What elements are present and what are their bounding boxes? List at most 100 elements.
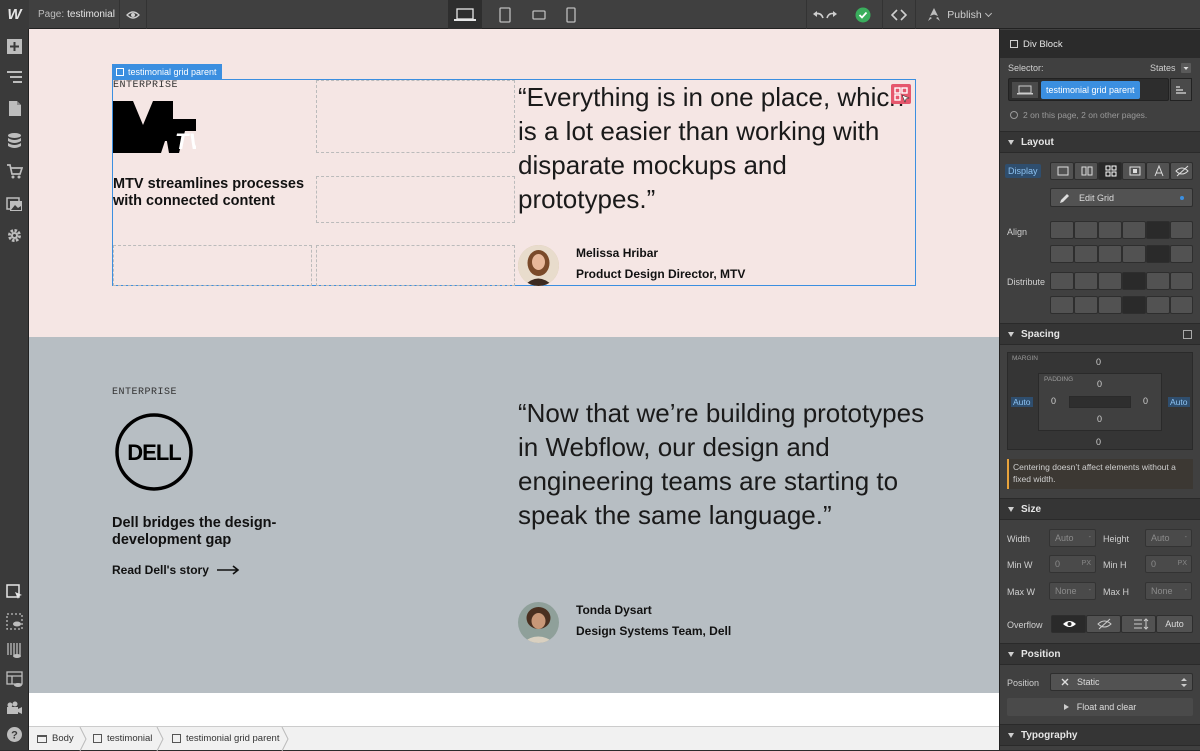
selector-field[interactable]: testimonial grid parent: [1008, 78, 1169, 101]
distribute-button[interactable]: [1146, 296, 1170, 314]
breadcrumb-item-grid-parent[interactable]: testimonial grid parent: [172, 733, 279, 744]
padding-top-value[interactable]: 0: [1097, 379, 1102, 389]
xray-grid-icon[interactable]: [6, 642, 23, 659]
align-button[interactable]: [1050, 221, 1074, 239]
align-button[interactable]: [1074, 221, 1098, 239]
layout-section-header[interactable]: Layout: [1000, 131, 1200, 153]
top-toolbar: W Page: testimonial Publish: [0, 0, 1200, 29]
publish-button[interactable]: Publish: [920, 0, 998, 29]
breadcrumb-item-body[interactable]: Body: [37, 733, 74, 744]
selector-chip[interactable]: testimonial grid parent: [1041, 81, 1140, 99]
align-button[interactable]: [1170, 245, 1193, 263]
overflow-visible-button[interactable]: [1051, 615, 1086, 633]
align-button[interactable]: [1074, 245, 1098, 263]
align-button[interactable]: [1098, 245, 1122, 263]
assets-images-icon[interactable]: [6, 195, 23, 212]
breadcrumb-separator-icon: [79, 727, 87, 751]
distribute-button[interactable]: [1098, 272, 1122, 290]
align-button[interactable]: [1122, 221, 1146, 239]
padding-left-value[interactable]: 0: [1051, 396, 1056, 406]
edit-grid-button[interactable]: Edit Grid: [1050, 188, 1193, 207]
padding-bottom-value[interactable]: 0: [1097, 414, 1102, 424]
distribute-button[interactable]: [1146, 272, 1170, 290]
left-toolbar: ?: [0, 29, 29, 750]
display-grid-button[interactable]: [1098, 162, 1122, 180]
distribute-button[interactable]: [1050, 296, 1074, 314]
cms-database-icon[interactable]: [6, 132, 23, 149]
design-canvas[interactable]: testimonial grid parent ENTERPRISE TV MT…: [29, 29, 999, 726]
display-flex-button[interactable]: [1074, 162, 1098, 180]
min-width-input[interactable]: 0 PX: [1049, 555, 1096, 573]
webflow-logo-icon[interactable]: W: [0, 0, 29, 29]
selection-tag[interactable]: testimonial grid parent: [112, 64, 222, 79]
avatar: [518, 245, 559, 286]
grid-edit-badge-icon[interactable]: [891, 84, 911, 104]
mobile-portrait-breakpoint-icon[interactable]: [556, 0, 586, 29]
ecommerce-cart-icon[interactable]: [6, 163, 24, 180]
align-button[interactable]: [1050, 245, 1074, 263]
justify-stretch-button[interactable]: [1146, 245, 1170, 263]
add-element-icon[interactable]: [6, 38, 23, 55]
overflow-auto-button[interactable]: Auto: [1156, 615, 1193, 633]
testimonial-section-dell[interactable]: ENTERPRISE DELL Dell bridges the design-…: [29, 337, 999, 693]
display-block-button[interactable]: [1050, 162, 1074, 180]
states-dropdown-icon[interactable]: [1181, 63, 1191, 73]
help-icon[interactable]: ?: [6, 726, 23, 743]
desktop-breakpoint-icon[interactable]: [448, 0, 482, 29]
spacing-expand-icon[interactable]: [1183, 330, 1192, 339]
margin-left-value[interactable]: Auto: [1011, 397, 1033, 407]
distribute-button[interactable]: [1170, 296, 1193, 314]
testimonial-section-mtv[interactable]: testimonial grid parent ENTERPRISE TV MT…: [29, 29, 999, 337]
max-width-input[interactable]: None -: [1049, 582, 1096, 600]
min-height-input[interactable]: 0 PX: [1145, 555, 1192, 573]
distribute-button[interactable]: [1122, 296, 1146, 314]
settings-gear-icon[interactable]: [6, 227, 23, 244]
align-button[interactable]: [1122, 245, 1146, 263]
typography-section-header[interactable]: Typography: [1000, 724, 1200, 746]
margin-right-value[interactable]: Auto: [1168, 397, 1190, 407]
page-selector[interactable]: Page: testimonial: [38, 0, 118, 29]
distribute-button[interactable]: [1074, 272, 1098, 290]
video-tutorials-icon[interactable]: [6, 699, 23, 716]
publish-status-check-icon: [850, 0, 876, 29]
testimonial-grid-parent[interactable]: ENTERPRISE TV MTV streamlines processes …: [112, 79, 916, 286]
code-export-icon[interactable]: [882, 0, 916, 29]
distribute-button[interactable]: [1122, 272, 1146, 290]
display-inline-button[interactable]: [1146, 162, 1170, 180]
position-section-header[interactable]: Position: [1000, 643, 1200, 665]
spacing-section-header[interactable]: Spacing: [1000, 323, 1200, 345]
read-story-link[interactable]: Read Dell's story: [112, 563, 241, 577]
width-input[interactable]: Auto -: [1049, 529, 1096, 547]
height-input[interactable]: Auto -: [1145, 529, 1192, 547]
position-select[interactable]: Static: [1050, 673, 1193, 691]
responsive-preview-icon[interactable]: [6, 671, 23, 688]
align-button[interactable]: [1098, 221, 1122, 239]
distribute-button[interactable]: [1098, 296, 1122, 314]
display-none-button[interactable]: [1170, 162, 1193, 180]
overflow-hidden-button[interactable]: [1086, 615, 1121, 633]
padding-right-value[interactable]: 0: [1143, 396, 1148, 406]
size-section-header[interactable]: Size: [1000, 498, 1200, 520]
selector-menu-icon[interactable]: [1170, 78, 1192, 101]
distribute-button[interactable]: [1050, 272, 1074, 290]
distribute-button[interactable]: [1074, 296, 1098, 314]
overflow-scroll-button[interactable]: [1121, 615, 1156, 633]
select-element-icon[interactable]: [6, 584, 23, 601]
preview-toggle-icon[interactable]: [6, 613, 23, 630]
navigator-icon[interactable]: [6, 69, 23, 86]
margin-top-value[interactable]: 0: [1096, 357, 1101, 367]
align-stretch-button[interactable]: [1146, 221, 1170, 239]
eyebrow-text: ENTERPRISE: [113, 80, 179, 91]
display-inline-block-button[interactable]: [1122, 162, 1146, 180]
preview-eye-icon[interactable]: [119, 0, 147, 29]
align-button[interactable]: [1170, 221, 1193, 239]
pages-icon[interactable]: [6, 100, 23, 117]
undo-redo-icon[interactable]: [806, 0, 842, 29]
float-clear-button[interactable]: Float and clear: [1007, 698, 1193, 716]
margin-bottom-value[interactable]: 0: [1096, 437, 1101, 447]
mobile-landscape-breakpoint-icon[interactable]: [524, 0, 554, 29]
distribute-button[interactable]: [1170, 272, 1193, 290]
max-height-input[interactable]: None -: [1145, 582, 1192, 600]
tablet-breakpoint-icon[interactable]: [490, 0, 520, 29]
breadcrumb-item-testimonial[interactable]: testimonial: [93, 733, 152, 744]
